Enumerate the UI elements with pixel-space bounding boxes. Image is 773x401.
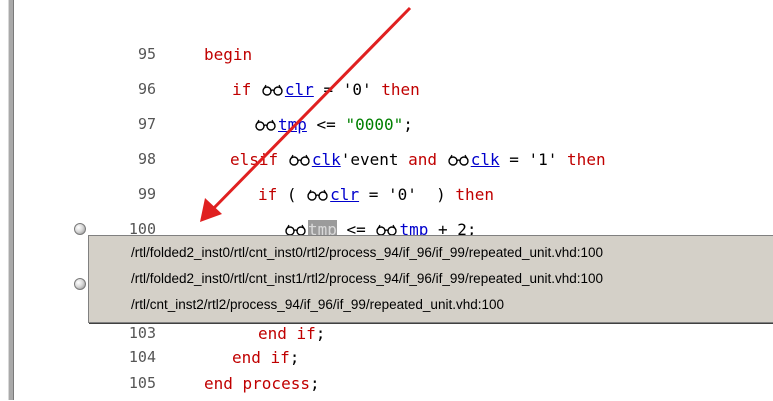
glasses-icon[interactable] [288,154,312,166]
keyword: end process [204,374,310,393]
glasses-icon[interactable] [447,154,471,166]
signal-clr[interactable]: clr [330,185,359,204]
source-editor[interactable]: 95 begin 96 if clr = '0' then 97 tmp <= … [14,0,773,400]
operator-text: = '0' [313,80,382,99]
tooltip-path[interactable]: /rtl/cnt_inst2/rtl2/process_94/if_96/if_… [131,297,504,312]
line-number: 95 [137,45,156,63]
signal-clk[interactable]: clk [312,150,341,169]
operator-text: = '0' [359,185,427,204]
code-line: 98 elsif clk'event and clk = '1' then [14,142,773,177]
line-number: 104 [128,348,156,366]
line-number: 99 [137,185,156,203]
code-text: end if; [232,348,299,367]
signal-clr[interactable]: clr [285,80,314,99]
keyword: if [232,80,252,99]
keyword: if [258,185,278,204]
glasses-icon[interactable] [261,84,285,96]
line-number: 105 [128,374,156,392]
instance-path-tooltip: /rtl/folded2_inst0/rtl/cnt_inst0/rtl2/pr… [88,235,773,323]
code-line: 105 end process; [14,366,773,401]
keyword: begin [204,45,253,64]
keyword: end if [232,348,290,367]
code-line: 97 tmp <= "0000"; [14,107,773,142]
code-text: end process; [204,374,320,393]
keyword: elsif [230,150,279,169]
code-text: if ( clr = '0' ) then [258,185,494,204]
keyword: then [381,80,420,99]
keyword: then [567,150,606,169]
semicolon: ; [309,374,320,393]
semicolon: ; [403,115,413,134]
operator-text: <= [306,115,346,134]
signal-clk[interactable]: clk [471,150,500,169]
line-number: 98 [137,150,156,168]
breakpoint-bullet[interactable] [74,278,86,290]
code-line: 95 begin [14,37,773,72]
code-text: tmp <= "0000"; [254,115,413,134]
string-literal: "0000" [345,115,404,134]
breakpoint-bullet[interactable] [74,223,86,235]
semicolon: ; [289,348,300,367]
tooltip-path[interactable]: /rtl/folded2_inst0/rtl/cnt_inst1/rtl2/pr… [131,271,603,286]
code-line: 99 if ( clr = '0' ) then [14,177,773,212]
glasses-icon[interactable] [254,119,278,131]
attribute-text: 'event [340,150,409,169]
glasses-icon[interactable] [306,189,330,201]
code-line: 96 if clr = '0' then [14,72,773,107]
line-number: 97 [137,115,156,133]
line-number: 96 [137,80,156,98]
paren-close: ) [426,185,456,204]
signal-tmp[interactable]: tmp [278,115,307,134]
keyword: then [455,185,494,204]
paren-open: ( [277,185,307,204]
code-text: if clr = '0' then [232,80,420,99]
operator-text: = '1' [499,150,568,169]
keyword: and [408,150,438,169]
code-text: begin [204,45,252,64]
code-text: elsif clk'event and clk = '1' then [230,150,606,169]
tooltip-path[interactable]: /rtl/folded2_inst0/rtl/cnt_inst0/rtl2/pr… [131,245,603,260]
